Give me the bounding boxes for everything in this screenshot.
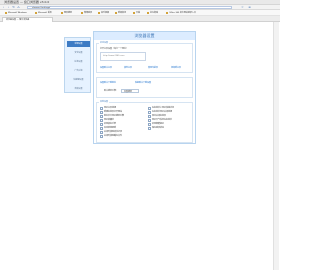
startup-legend: 启动设置 [99,42,110,44]
clear-homepage-button[interactable]: 清空主页 [124,67,132,69]
back-icon[interactable]: ‹ [2,6,5,9]
bookmark-item[interactable]: 网页搜索 [60,12,72,15]
checkbox[interactable] [148,123,151,126]
checkbox[interactable] [148,111,151,114]
checkbox[interactable] [100,135,103,138]
forward-icon[interactable]: › [7,6,10,9]
address-bar[interactable]: chrome://settings/ [27,6,232,9]
add-homepage-button[interactable]: 添加新主页 [171,67,181,69]
sidebar-item-security[interactable]: 安全设置 [67,50,90,56]
bookmark-item[interactable]: 新闻资讯 [114,12,126,15]
set-download-path-button[interactable]: 设置默认下载地址 [100,82,116,84]
download-section: 设置默认下载地址 恢复默认下载设置 默认搜索引擎： 百度搜索 [96,77,193,98]
checkbox-label: 保存登录状态 [152,127,165,129]
bookmark-item[interactable]: 天猫 [132,12,140,15]
home-icon[interactable]: ⌂ [17,6,20,9]
checkbox[interactable] [148,115,151,118]
sidebar-item-advanced[interactable]: 高级设置 [67,86,90,92]
panel-header: 浏览器设置 [94,32,195,40]
search-engine-select[interactable]: 百度搜索 [121,89,139,93]
refresh-icon[interactable]: ↻ [12,6,15,9]
checkbox[interactable] [148,107,151,110]
checkbox-label: 地址栏中显示搜索引擎 [104,115,125,117]
settings-sidebar: 常规设置 安全设置 标签设置 广告过滤 快捷键设置 高级设置 [64,37,91,93]
checkbox-label: 显示收藏栏 [104,119,115,121]
sidebar-item-shortcuts[interactable]: 快捷键设置 [67,77,90,83]
bookmark-item[interactable]: 微博登录 [80,12,92,15]
sidebar-item-general[interactable]: 常规设置 [67,41,90,47]
checkbox[interactable] [100,119,103,122]
use-current-page-button[interactable]: 使用当前页 [148,67,158,69]
page-scrollbar[interactable] [273,22,279,270]
star-icon[interactable]: ☆ [241,6,244,9]
homepage-label: 打开主页设置（每行一个网址） [100,48,129,50]
checkbox-label: 显示天气信息在标签栏 [152,119,173,121]
checkbox[interactable] [100,131,103,134]
checkbox-label: 新建标签页打开网站 [104,111,123,113]
bookmark-item[interactable]: 京东商城 [146,12,158,15]
checkbox-label: 关闭时清除缓存文件 [104,135,123,137]
checkbox-label: 在标签栏上显示快速访问 [152,107,175,109]
settings-panel: 浏览器设置 启动设置 打开主页设置（每行一个网址） http://www.234… [93,31,196,144]
checkbox[interactable] [100,123,103,126]
homepage-placeholder: http://www.2345.com [103,55,125,57]
checkbox[interactable] [100,127,103,130]
checkbox-label: 启用鼠标手势 [104,123,117,125]
checkbox-label: 启用智能提示 [152,123,165,125]
other-settings-section: 其他设置 显示主页按钮 在标签栏上显示快速访问 新建标签页打开网站 在标签栏显示… [96,101,193,143]
menu-icon[interactable]: ≡ [248,6,251,9]
checkbox[interactable] [100,107,103,110]
page-top-blank [0,22,280,30]
set-default-homepage-button[interactable]: 设置默认主页 [100,67,112,69]
checkbox-label: 双击关闭标签页 [152,115,167,117]
checkbox[interactable] [148,127,151,130]
bookmark-item[interactable]: 音乐视频 [97,12,109,15]
checkbox[interactable] [100,111,103,114]
url-text: chrome://settings/ [32,7,51,9]
search-engine-label: 默认搜索引擎： [104,90,119,92]
bookmark-item[interactable]: Microsoft 首页 [35,12,52,15]
checkbox[interactable] [148,119,151,122]
window-title: 浏览器设置 — 窗口浏览器 v3.0.0 [4,0,50,4]
sidebar-item-adblock[interactable]: 广告过滤 [67,68,90,74]
homepage-textarea[interactable]: http://www.2345.com [100,52,146,61]
restore-download-button[interactable]: 恢复默认下载设置 [135,82,151,84]
bookmark-item[interactable]: Microsoft Windows [5,12,27,15]
checkbox-label: 自动检测更新 [104,127,117,129]
checkbox-label: 关闭时清除浏览记录 [104,131,123,133]
checkbox[interactable] [100,115,103,118]
checkbox-label: 显示主页按钮 [104,107,117,109]
sidebar-item-tabs[interactable]: 标签设置 [67,59,90,65]
bookmark-item[interactable]: Office 365 官方网站登录入口 [166,12,196,15]
checkbox-label: 在标签栏显示关闭按钮 [152,111,173,113]
other-settings-legend: 其他设置 [99,101,110,103]
startup-section: 启动设置 打开主页设置（每行一个网址） http://www.2345.com … [96,42,193,73]
